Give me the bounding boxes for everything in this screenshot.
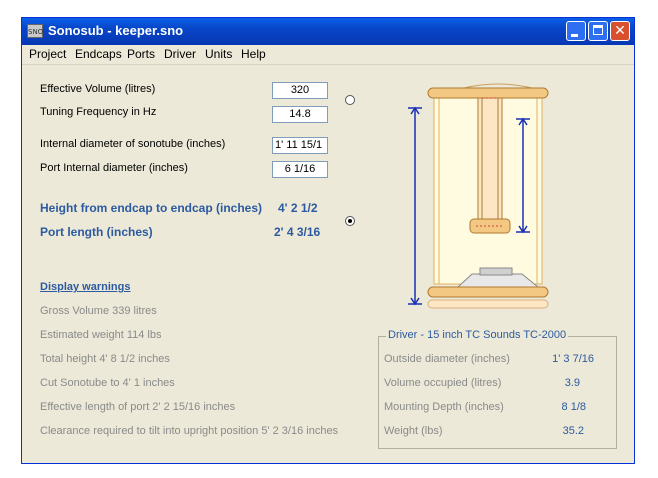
driver-mounting-depth-label: Mounting Depth (inches): [384, 401, 504, 413]
effective-volume-input[interactable]: 320: [272, 82, 328, 99]
warning-clearance: Clearance required to tilt into upright …: [40, 425, 339, 437]
enclosure-diagram: [408, 83, 549, 309]
driver-volume-value: 3.9: [564, 377, 580, 389]
driver-group-title: Driver - 15 inch TC Sounds TC-2000: [386, 329, 569, 341]
bottom-endcap: [427, 286, 549, 298]
menu-bar: Project Endcaps Ports Driver Units Help: [22, 45, 634, 65]
warning-estimated-weight: Estimated weight 114 lbs: [40, 329, 162, 341]
base-plate: [427, 299, 549, 309]
menu-driver[interactable]: Driver: [164, 47, 196, 61]
close-button[interactable]: ✕: [610, 21, 630, 41]
menu-project[interactable]: Project: [29, 47, 66, 61]
port-diameter-input[interactable]: 6 1/16: [272, 161, 328, 178]
warning-port-length: Effective length of port 2' 2 15/16 inch…: [40, 401, 236, 413]
volume-frequency-radio[interactable]: [345, 95, 355, 105]
effective-volume-label: Effective Volume (litres): [40, 83, 156, 95]
tuning-frequency-label: Tuning Frequency in Hz: [40, 106, 157, 118]
menu-units[interactable]: Units: [205, 47, 232, 61]
height-label: Height from endcap to endcap (inches): [40, 201, 263, 215]
display-warnings-link[interactable]: Display warnings: [40, 281, 130, 293]
driver-volume-label: Volume occupied (litres): [384, 377, 502, 389]
internal-diameter-input[interactable]: 1' 11 15/1: [272, 137, 328, 154]
menu-help[interactable]: Help: [241, 47, 266, 61]
warning-cut-sonotube: Cut Sonotube to 4' 1 inches: [40, 377, 175, 389]
menu-endcaps[interactable]: Endcaps: [75, 47, 122, 61]
radio-selected-dot: [348, 219, 352, 223]
maximize-button[interactable]: [588, 21, 608, 41]
port-diameter-label: Port Internal diameter (inches): [40, 162, 188, 174]
warning-total-height: Total height 4' 8 1/2 inches: [40, 353, 170, 365]
top-endcap: [427, 87, 549, 99]
driver-weight-value: 35.2: [562, 425, 584, 437]
driver-outside-diameter-value: 1' 3 7/16: [552, 353, 594, 365]
driver-weight-label: Weight (lbs): [384, 425, 443, 437]
minimize-icon: [571, 34, 578, 37]
driver-magnet: [479, 267, 513, 276]
menu-ports[interactable]: Ports: [127, 47, 155, 61]
height-value: 4' 2 1/2: [278, 201, 318, 215]
top-cap-dome: [463, 83, 533, 89]
maximize-icon: [593, 25, 603, 35]
app-window: SNO Sonosub - keeper.sno ✕ Project Endca…: [21, 17, 635, 464]
title-bar[interactable]: SNO Sonosub - keeper.sno ✕: [22, 18, 634, 45]
internal-diameter-label: Internal diameter of sonotube (inches): [40, 138, 226, 150]
sno-app-icon: SNO: [27, 24, 43, 38]
warning-gross-volume: Gross Volume 339 litres: [40, 305, 157, 317]
driver-outside-diameter-label: Outside diameter (inches): [384, 353, 510, 365]
window-title: Sonosub - keeper.sno: [48, 23, 184, 38]
tuning-frequency-input[interactable]: 14.8: [272, 106, 328, 123]
port-length-value: 2' 4 3/16: [274, 225, 321, 239]
height-port-radio[interactable]: [345, 216, 355, 226]
driver-mounting-depth-value: 8 1/8: [561, 401, 586, 413]
port-length-label: Port length (inches): [40, 225, 153, 239]
close-icon: ✕: [614, 23, 626, 39]
minimize-button[interactable]: [566, 21, 586, 41]
